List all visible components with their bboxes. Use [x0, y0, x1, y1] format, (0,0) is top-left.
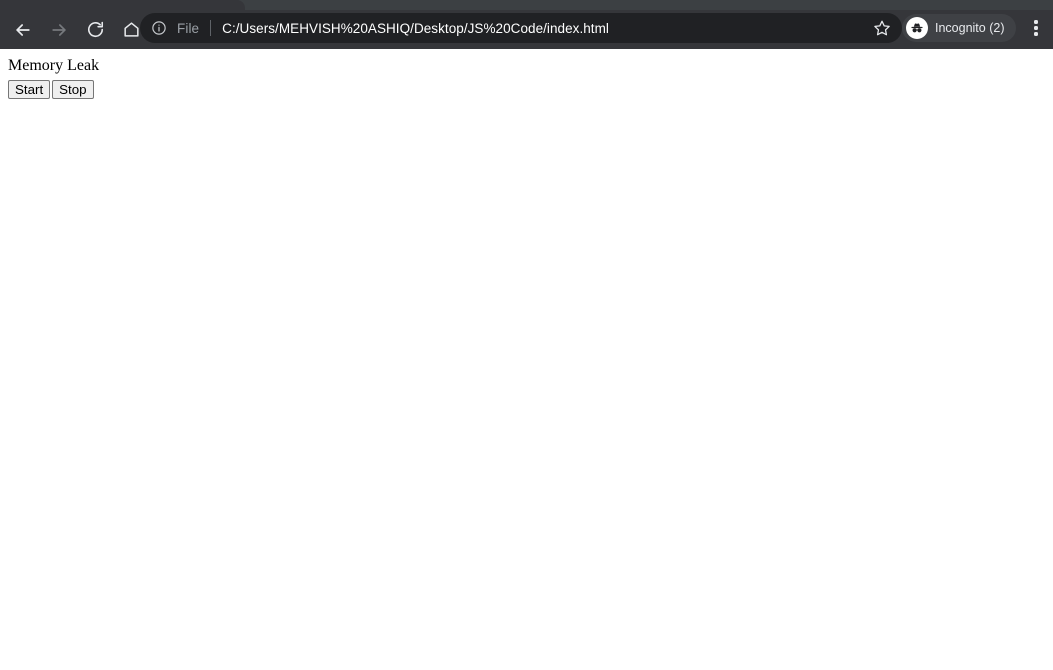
browser-tab-active[interactable] — [0, 0, 245, 10]
url-text[interactable]: C:/Users/MEHVISH%20ASHIQ/Desktop/JS%20Co… — [222, 21, 864, 36]
back-button[interactable] — [8, 15, 38, 45]
page-viewport: Memory Leak Start Stop — [0, 49, 1053, 670]
arrow-right-icon — [49, 20, 69, 40]
reload-button[interactable] — [80, 15, 110, 45]
address-bar[interactable]: File C:/Users/MEHVISH%20ASHIQ/Desktop/JS… — [140, 13, 902, 43]
page-title: Memory Leak — [8, 57, 100, 74]
menu-dot — [1034, 26, 1038, 30]
action-button-row: Start Stop — [8, 80, 1045, 100]
browser-window: File C:/Users/MEHVISH%20ASHIQ/Desktop/JS… — [0, 0, 1053, 670]
reload-icon — [86, 20, 105, 39]
menu-dot — [1034, 20, 1038, 24]
three-dots-vertical-icon[interactable] — [1024, 14, 1048, 42]
page-body: Memory Leak Start Stop — [8, 57, 1045, 100]
tab-strip — [0, 0, 1053, 10]
omnibox-separator — [210, 20, 212, 36]
url-scheme-label: File — [177, 20, 200, 36]
menu-dot — [1034, 32, 1038, 36]
incognito-profile-pill[interactable]: Incognito (2) — [902, 14, 1017, 42]
bookmark-star-icon[interactable] — [870, 16, 894, 40]
start-button[interactable]: Start — [8, 80, 51, 100]
incognito-icon — [906, 17, 928, 39]
arrow-left-icon — [13, 20, 33, 40]
stop-button[interactable]: Stop — [52, 80, 94, 100]
forward-button[interactable] — [44, 15, 74, 45]
info-circle-icon[interactable] — [150, 19, 168, 37]
incognito-label: Incognito (2) — [935, 21, 1005, 35]
home-icon — [122, 20, 141, 39]
